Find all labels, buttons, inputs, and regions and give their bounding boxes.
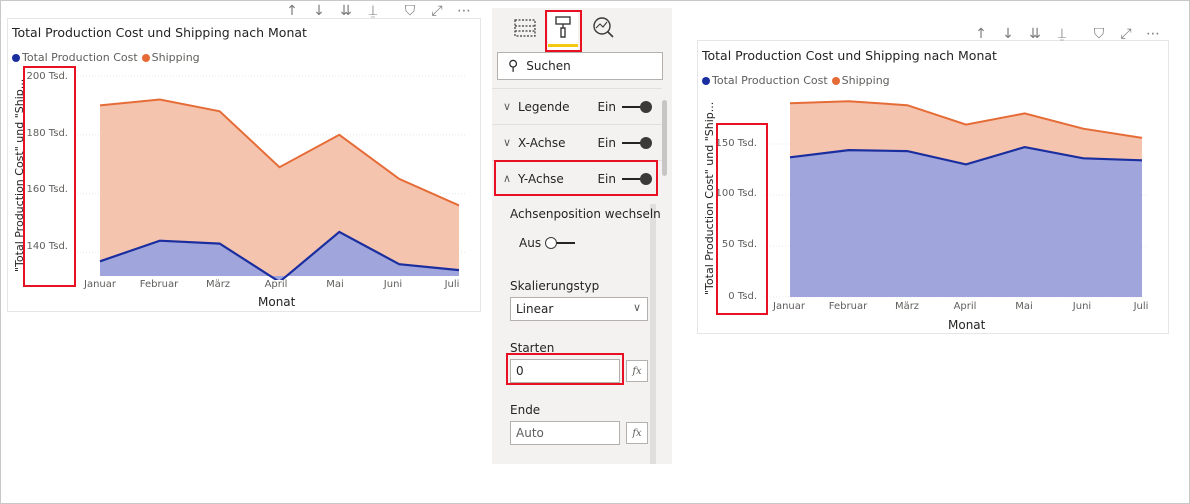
left-x-tick: Januar (84, 279, 116, 290)
section-state: Ein (597, 99, 616, 114)
legend-label: Total Production Cost (712, 74, 828, 87)
start-input-highlight (506, 353, 624, 385)
axis-switch-state: Aus (519, 236, 542, 250)
analytics-magnifier-icon[interactable] (593, 17, 614, 38)
production-cost-area (790, 147, 1142, 297)
double-arrow-down-icon[interactable]: ⇊ (337, 3, 355, 19)
legend-label: Shipping (151, 51, 200, 64)
arrow-up-icon[interactable]: ↑ (283, 3, 301, 19)
right-x-tick: März (894, 301, 920, 312)
y-achse-highlight (494, 160, 658, 196)
right-x-tick: Juli (1133, 301, 1149, 312)
more-options-icon[interactable]: ⋯ (1144, 26, 1162, 42)
legend-label: Shipping (841, 74, 890, 87)
section-label: Legende (518, 99, 570, 114)
legende-toggle[interactable] (622, 100, 652, 113)
left-chart-title: Total Production Cost und Shipping nach … (12, 25, 307, 40)
fields-tab-icon[interactable] (514, 19, 536, 37)
focus-mode-icon[interactable]: ⤢ (428, 3, 446, 19)
end-fx-button[interactable]: fx (626, 422, 648, 444)
section-x-achse[interactable]: ∨ X-Achse Ein (492, 124, 662, 160)
right-chart-legend: Total Production Cost Shipping (702, 74, 894, 87)
chevron-down-icon: ∨ (632, 301, 641, 314)
right-x-tick: April (953, 301, 977, 312)
x-achse-toggle[interactable] (622, 136, 652, 149)
left-x-tick: Juli (444, 279, 460, 290)
expand-hierarchy-icon[interactable]: ⍊ (1053, 26, 1071, 42)
legend-item-production-cost[interactable]: Total Production Cost (702, 74, 828, 87)
left-x-axis-title: Monat (258, 295, 296, 309)
axis-switch-label: Achsenposition wechseln (510, 207, 661, 221)
format-pane: ⚲ Suchen ∨ Legende Ein ∨ X-Achse Ein ∧ Y… (492, 8, 672, 464)
section-label: X-Achse (518, 135, 566, 150)
focus-mode-icon[interactable]: ⤢ (1117, 26, 1135, 42)
more-options-icon[interactable]: ⋯ (455, 3, 473, 19)
search-input[interactable]: ⚲ Suchen (497, 52, 663, 80)
filter-icon[interactable]: ⛉ (401, 3, 419, 19)
section-state: Ein (597, 135, 616, 150)
arrow-up-icon[interactable]: ↑ (972, 26, 990, 42)
legend-item-shipping[interactable]: Shipping (141, 51, 200, 64)
arrow-down-icon[interactable]: ↓ (999, 26, 1017, 42)
right-visual-toolbar: ↑ ↓ ⇊ ⍊ ⛉ ⤢ ⋯ (972, 26, 1162, 42)
chevron-down-icon: ∨ (502, 136, 512, 149)
right-x-axis-title: Monat (948, 318, 986, 332)
axis-switch-control[interactable]: Aus (519, 236, 585, 250)
format-tab-highlight (545, 10, 582, 52)
expand-hierarchy-icon[interactable]: ⍊ (364, 3, 382, 19)
scale-type-select[interactable]: Linear ∨ (510, 297, 648, 321)
legend-item-production-cost[interactable]: Total Production Cost (12, 51, 138, 64)
left-x-tick: März (205, 279, 231, 290)
right-chart-title: Total Production Cost und Shipping nach … (702, 48, 997, 63)
right-x-tick: Februar (828, 301, 868, 312)
start-fx-button[interactable]: fx (626, 360, 648, 382)
left-x-tick: Juni (383, 279, 403, 290)
chevron-down-icon: ∨ (502, 100, 512, 113)
left-x-tick: Februar (139, 279, 179, 290)
left-x-tick: April (264, 279, 288, 290)
right-x-tick: Juni (1072, 301, 1092, 312)
left-visual-toolbar: ↑ ↓ ⇊ ⍊ ⛉ ⤢ ⋯ (283, 3, 473, 19)
end-placeholder: Auto (516, 426, 544, 440)
right-y-axis-highlight (716, 123, 768, 315)
section-legende[interactable]: ∨ Legende Ein (492, 88, 662, 124)
left-chart-legend: Total Production Cost Shipping (12, 51, 204, 64)
legend-label: Total Production Cost (22, 51, 138, 64)
left-x-tick: Mai (326, 279, 344, 290)
arrow-down-icon[interactable]: ↓ (310, 3, 328, 19)
section-scrollbar[interactable] (650, 204, 656, 464)
scale-type-label: Skalierungstyp (510, 279, 600, 293)
left-area-chart[interactable] (74, 70, 476, 280)
double-arrow-down-icon[interactable]: ⇊ (1026, 26, 1044, 42)
search-icon: ⚲ (508, 58, 519, 74)
legend-item-shipping[interactable]: Shipping (831, 74, 890, 87)
right-x-tick: Januar (773, 301, 805, 312)
right-x-tick: Mai (1015, 301, 1033, 312)
search-placeholder: Suchen (526, 59, 571, 73)
left-y-axis-highlight (23, 66, 76, 287)
end-input[interactable]: Auto (510, 421, 620, 445)
end-label: Ende (510, 403, 541, 417)
filter-icon[interactable]: ⛉ (1090, 26, 1108, 42)
pane-tabs (514, 11, 614, 52)
pane-scrollbar[interactable] (662, 100, 667, 176)
scale-type-value: Linear (516, 302, 554, 316)
axis-switch-toggle[interactable] (545, 237, 576, 249)
right-area-chart[interactable] (764, 88, 1166, 300)
